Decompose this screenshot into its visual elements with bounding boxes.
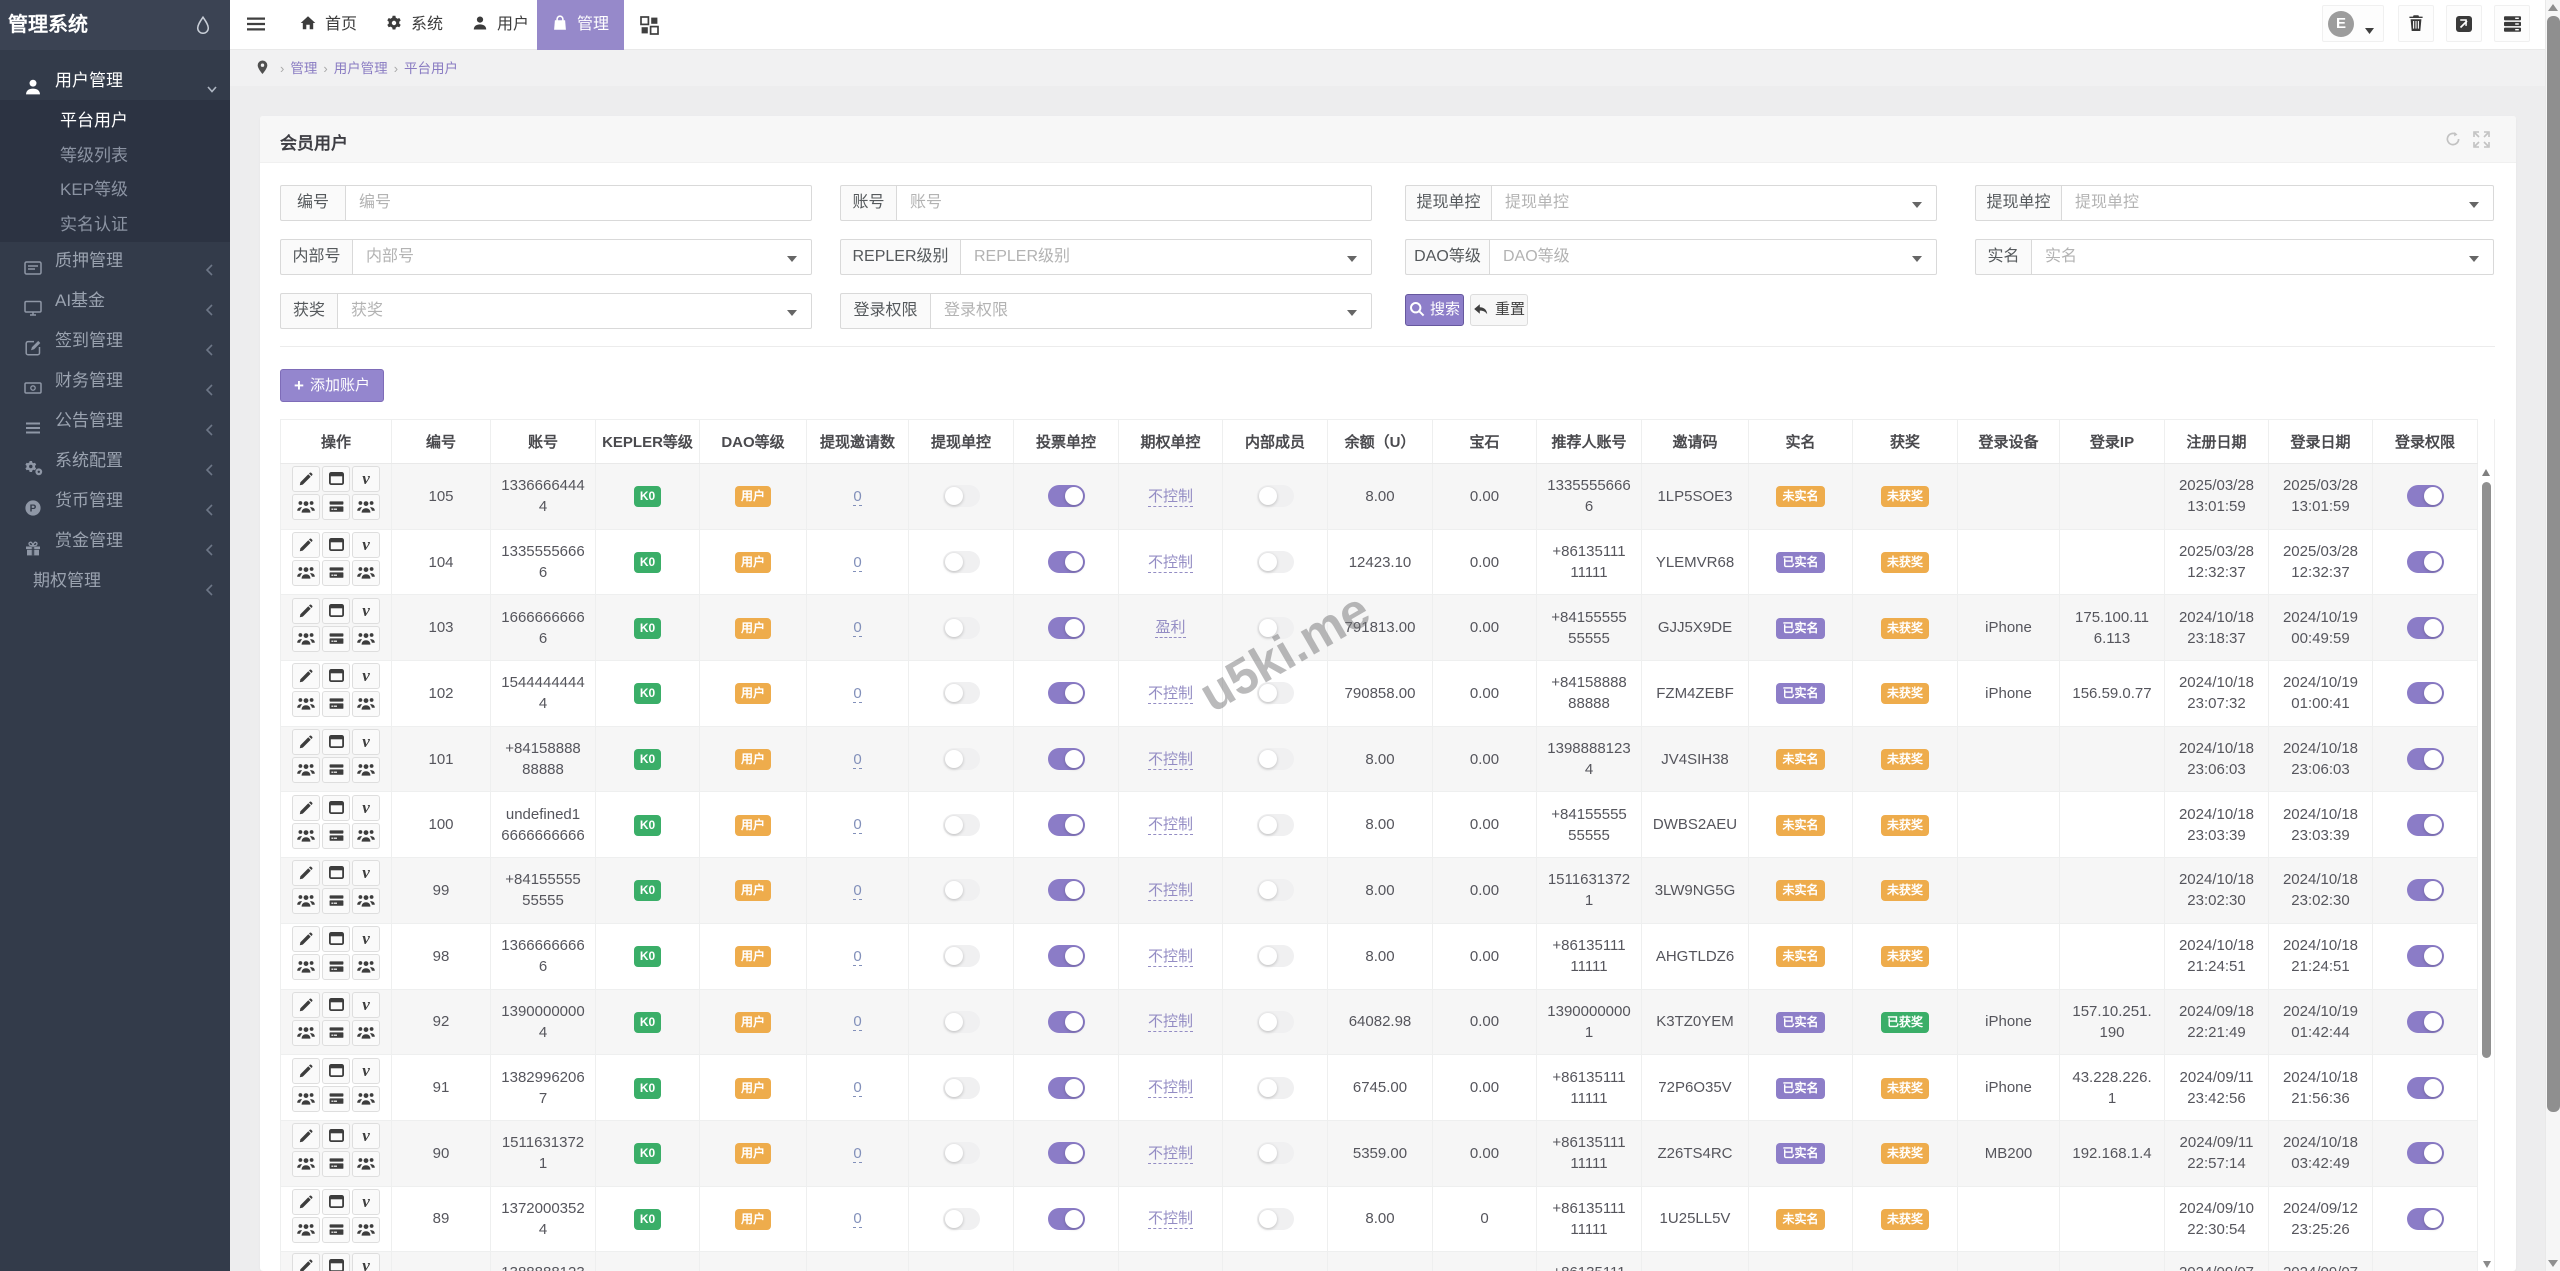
- svg-text:P: P: [30, 504, 37, 515]
